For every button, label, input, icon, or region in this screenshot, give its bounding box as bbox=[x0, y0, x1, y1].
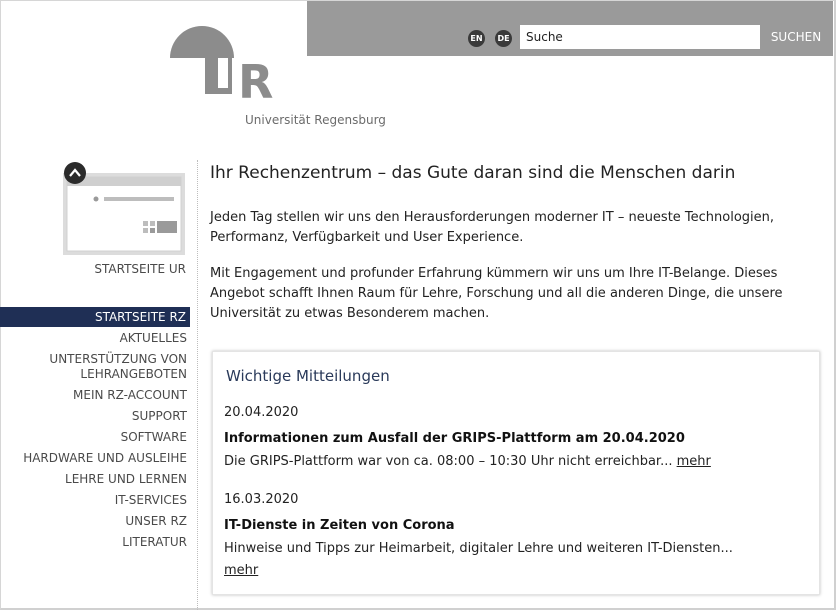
news-excerpt: Die GRIPS-Plattform war von ca. 08:00 – … bbox=[224, 454, 673, 469]
news-text: Die GRIPS-Plattform war von ca. 08:00 – … bbox=[224, 451, 814, 473]
startseite-ur-thumbnail[interactable] bbox=[59, 161, 189, 257]
page-title: Ihr Rechenzentrum – das Gute daran sind … bbox=[210, 163, 736, 183]
search-button[interactable]: SUCHEN bbox=[761, 25, 831, 49]
news-excerpt: Hinweise und Tipps zur Heimarbeit, digit… bbox=[224, 541, 733, 556]
language-de-button[interactable]: DE bbox=[495, 30, 512, 47]
svg-text:R: R bbox=[238, 55, 273, 102]
news-date: 20.04.2020 bbox=[224, 405, 299, 420]
news-title: Wichtige Mitteilungen bbox=[226, 367, 390, 385]
news-more-link[interactable]: mehr bbox=[224, 563, 258, 578]
sidebar-item-startseite-rz[interactable]: STARTSEITE RZ bbox=[0, 307, 190, 327]
news-headline[interactable]: IT-Dienste in Zeiten von Corona bbox=[224, 518, 455, 533]
sidebar-item-hardware[interactable]: HARDWARE UND AUSLEIHE bbox=[0, 451, 190, 466]
intro-paragraph-2: Mit Engagement und profunder Erfahrung k… bbox=[210, 266, 783, 321]
sidebar-item-support[interactable]: SUPPORT bbox=[0, 409, 190, 424]
sidebar-item-aktuelles[interactable]: AKTUELLES bbox=[0, 331, 190, 346]
search-input[interactable] bbox=[520, 25, 760, 49]
language-en-button[interactable]: EN bbox=[468, 30, 485, 47]
sidebar-item-mein-rz-account[interactable]: MEIN RZ-ACCOUNT bbox=[0, 388, 190, 403]
sidebar-item-lehre-lernen[interactable]: LEHRE UND LERNEN bbox=[0, 472, 190, 487]
intro-paragraph-1: Jeden Tag stellen wir uns den Herausford… bbox=[210, 210, 775, 245]
news-box: Wichtige Mitteilungen 20.04.2020 Informa… bbox=[212, 351, 820, 595]
logo-subtitle: Universität Regensburg bbox=[245, 113, 386, 127]
sidebar-item-software[interactable]: SOFTWARE bbox=[0, 430, 190, 445]
news-text: Hinweise und Tipps zur Heimarbeit, digit… bbox=[224, 538, 814, 582]
university-logo[interactable]: R bbox=[166, 22, 286, 102]
news-date: 16.03.2020 bbox=[224, 492, 299, 507]
sidebar-nav: STARTSEITE RZ AKTUELLES UNTERSTÜTZUNG VO… bbox=[0, 307, 190, 556]
news-headline[interactable]: Informationen zum Ausfall der GRIPS-Plat… bbox=[224, 431, 685, 446]
sidebar-item-unser-rz[interactable]: UNSER RZ bbox=[0, 514, 190, 529]
sidebar-item-it-services[interactable]: IT-SERVICES bbox=[0, 493, 190, 508]
sidebar-item-unterstuetzung[interactable]: UNTERSTÜTZUNG VON LEHRANGEBOTEN bbox=[0, 352, 190, 382]
startseite-ur-link[interactable]: STARTSEITE UR bbox=[40, 262, 186, 276]
column-divider bbox=[197, 160, 198, 610]
sidebar-item-literatur[interactable]: LITERATUR bbox=[0, 535, 190, 550]
news-more-link[interactable]: mehr bbox=[677, 454, 711, 469]
